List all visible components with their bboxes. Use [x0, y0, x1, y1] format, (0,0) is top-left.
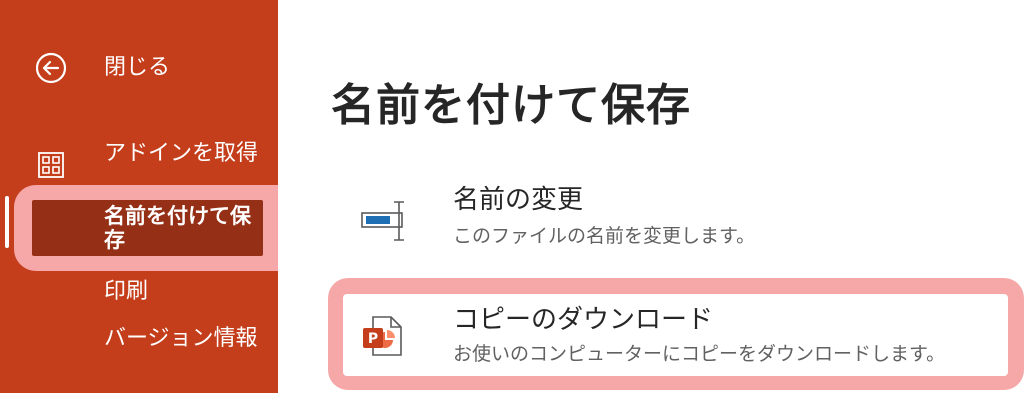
rename-title: 名前の変更: [453, 185, 584, 215]
download-copy-title: コピーのダウンロード: [453, 305, 714, 335]
download-copy-option[interactable]: P コピーのダウンロード お使いのコンピューターにコピーをダウンロードします。: [343, 294, 1008, 376]
print-button[interactable]: 印刷: [0, 277, 278, 309]
backstage-sidebar: 閉じる アドインを取得 名前を付けて保存 印刷 バージョン情報: [0, 0, 278, 393]
get-addins-label: アドインを取得: [104, 141, 259, 166]
rename-icon: [361, 201, 404, 241]
svg-text:P: P: [368, 331, 378, 347]
download-copy-description: お使いのコンピューターにコピーをダウンロードします。: [453, 343, 946, 365]
print-label: 印刷: [104, 279, 149, 304]
version-info-button[interactable]: バージョン情報: [0, 324, 278, 384]
selected-indicator: [5, 196, 9, 248]
rename-description: このファイルの名前を変更します。: [453, 225, 756, 247]
rename-option[interactable]: 名前の変更 このファイルの名前を変更します。: [340, 178, 1010, 258]
close-label: 閉じる: [104, 55, 171, 80]
page-title: 名前を付けて保存: [331, 80, 691, 131]
save-as-label: 名前を付けて保存: [104, 204, 251, 252]
powerpoint-file-icon: P: [363, 316, 402, 356]
version-info-label: バージョン情報: [104, 326, 258, 351]
grid-icon: [38, 152, 64, 178]
get-addins-button[interactable]: アドインを取得: [0, 138, 278, 188]
close-button[interactable]: 閉じる: [0, 46, 278, 90]
back-arrow-icon: [35, 52, 67, 84]
save-as-button[interactable]: 名前を付けて保存: [32, 200, 263, 256]
